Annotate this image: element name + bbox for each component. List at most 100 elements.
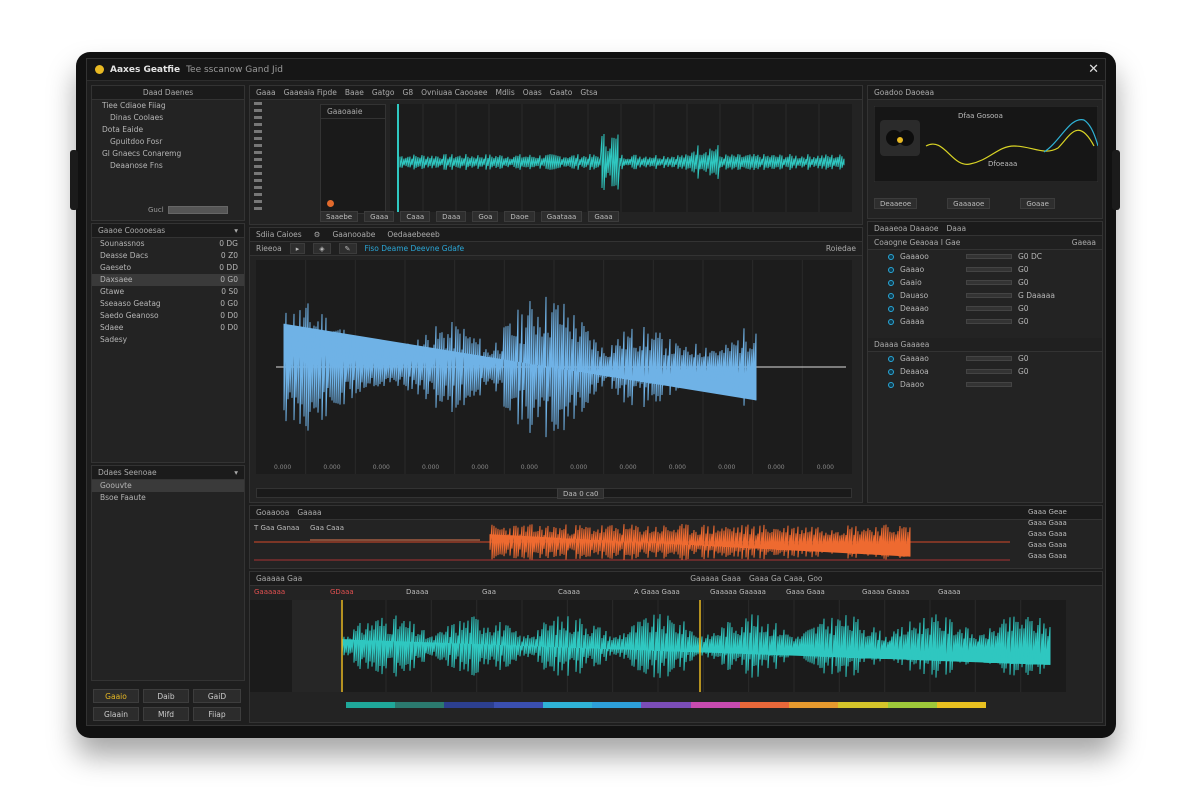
track-row[interactable]: Sseaaso Geatag 0 G0 (92, 298, 244, 310)
top-editor-bottom-tab[interactable]: Caaa (400, 211, 431, 222)
bottom-button-4[interactable]: Glaain (93, 707, 139, 721)
top-editor-tab[interactable]: Gaaeaia Fipde (284, 88, 337, 97)
timeline-marker[interactable]: Gaa (482, 588, 496, 596)
top-editor-tab[interactable]: Gaato (550, 88, 573, 97)
browser-item[interactable]: Gpuitdoo Fosr (92, 136, 244, 148)
effect-slider[interactable] (966, 382, 1012, 387)
track-row[interactable]: Deasse Dacs 0 Z0 (92, 250, 244, 262)
timeline-marker[interactable]: Caaaa (558, 588, 580, 596)
top-editor-tab[interactable]: Gaaa (256, 88, 276, 97)
timeline-marker[interactable]: Gaaaaa Gaaaaa (710, 588, 766, 596)
sub-panel-item[interactable]: Goouvte (92, 480, 244, 492)
timeline-marker[interactable]: Daaaa (406, 588, 429, 596)
track-row[interactable]: Sadesy (92, 334, 244, 346)
close-icon[interactable]: ✕ (1088, 62, 1099, 77)
top-editor-bottom-tab[interactable]: Daoe (504, 211, 535, 222)
track-row[interactable]: Sdaee 0 D0 (92, 322, 244, 334)
track-row[interactable]: Daxsaee 0 G0 (92, 274, 244, 286)
top-editor-tab[interactable]: G8 (403, 88, 414, 97)
settings-icon[interactable]: ⚙ (314, 230, 321, 239)
effect-row[interactable]: Gaaaa G0 (868, 315, 1102, 328)
browser-item[interactable]: Dinas Coolaes (92, 112, 244, 124)
effect-row[interactable]: Dauaso G Daaaaa (868, 289, 1102, 302)
top-editor-tab[interactable]: Oaas (523, 88, 542, 97)
spectral-right-label[interactable]: Gaaa Geae (1028, 508, 1098, 519)
main-toolbar-item[interactable]: Oedaaebeeeb (387, 230, 439, 239)
effect-row[interactable]: Gaaio G0 (868, 276, 1102, 289)
top-editor-bottom-tab[interactable]: Daaa (436, 211, 467, 222)
effects-tab[interactable]: Daaaeoa Daaaoe (874, 224, 939, 233)
track-row[interactable]: Gtawe 0 S0 (92, 286, 244, 298)
main-toolbar-item[interactable]: Sdiia Caioes (256, 230, 302, 239)
top-editor-tab[interactable]: Gtsa (580, 88, 597, 97)
timeline-marker[interactable]: Gaaaa (938, 588, 961, 596)
bottom-button-5[interactable]: Mifd (143, 707, 189, 721)
spectral-right-label[interactable]: Gaaa Gaaa (1028, 519, 1098, 530)
effect-slider[interactable] (966, 369, 1012, 374)
timeline-marker[interactable]: A Gaaa Gaaa (634, 588, 680, 596)
browser-scroll-slider[interactable] (167, 206, 228, 214)
timeline-marker[interactable]: Gaaaaaa (254, 588, 285, 596)
chevron-down-icon[interactable]: ▾ (234, 468, 238, 477)
track-row[interactable]: Gaeseto 0 DD (92, 262, 244, 274)
timeline-marker[interactable]: Gaaaa Gaaaa (862, 588, 909, 596)
knob-icon[interactable] (888, 368, 894, 375)
track-row[interactable]: Sounassnos 0 DG (92, 238, 244, 250)
knob-icon[interactable] (888, 279, 894, 286)
effects-tab[interactable]: Daaa (947, 224, 967, 233)
effect-slider[interactable] (966, 356, 1012, 361)
main-scrollbar[interactable]: Daa 0 ca0 (256, 488, 852, 499)
track-row[interactable]: Saedo Geanoso 0 D0 (92, 310, 244, 322)
effect-slider[interactable] (966, 306, 1012, 311)
knob-icon[interactable] (888, 318, 894, 325)
tool-button[interactable]: ◈ (313, 243, 331, 254)
knob-icon[interactable] (888, 266, 894, 273)
spectral-right-label[interactable]: Gaaa Gaaa (1028, 541, 1098, 552)
knob-icon[interactable] (888, 355, 894, 362)
effect-row[interactable]: Deaaao G0 (868, 302, 1102, 315)
eq-button[interactable]: Goaae (1020, 198, 1055, 209)
effect-slider[interactable] (966, 319, 1012, 324)
record-icon[interactable] (327, 200, 334, 207)
sub-panel-item[interactable]: Bsoe Faaute (92, 492, 244, 504)
effect-row[interactable]: Gaaao G0 (868, 263, 1102, 276)
eq-button[interactable]: Deaaeoe (874, 198, 918, 209)
effect-row[interactable]: Deaaoa G0 (868, 365, 1102, 378)
browser-item[interactable]: Deaanose Fns (92, 160, 244, 172)
bottom-button-1[interactable]: Gaaio (93, 689, 139, 703)
effect-row[interactable]: Gaaaao G0 (868, 352, 1102, 365)
browser-item[interactable]: Tiee Cdiaoe Fiiag (92, 100, 244, 112)
top-editor-bottom-tab[interactable]: Gaaa (588, 211, 619, 222)
footer-field[interactable]: Daa 0 ca0 (557, 488, 605, 499)
effect-slider[interactable] (966, 254, 1012, 259)
spectral-right-label[interactable]: Gaaa Gaaa (1028, 552, 1098, 563)
top-editor-tab[interactable]: Baae (345, 88, 364, 97)
browser-item[interactable]: Gl Gnaecs Conaremg (92, 148, 244, 160)
effect-row[interactable]: Gaaaoo G0 DC (868, 250, 1102, 263)
bottom-button-3[interactable]: GaiD (193, 689, 241, 703)
top-editor-bottom-tab[interactable]: Gaataaa (540, 211, 583, 222)
timeline-marker[interactable]: GDaaa (330, 588, 354, 596)
effect-slider[interactable] (966, 293, 1012, 298)
tool-button[interactable]: ✎ (338, 243, 357, 254)
bottom-button-6[interactable]: Fiiap (193, 707, 241, 721)
eq-button[interactable]: Gaaaaoe (947, 198, 991, 209)
tool-button[interactable]: ▸ (289, 243, 306, 254)
browser-item[interactable]: Dota Eaide (92, 124, 244, 136)
timeline-marker[interactable]: Gaaa Gaaa (786, 588, 825, 596)
top-editor-tab[interactable]: Mdlis (495, 88, 514, 97)
top-editor-bottom-tab[interactable]: Saaebe (320, 211, 359, 222)
top-editor-tab[interactable]: Gatgo (372, 88, 395, 97)
knob-icon[interactable] (888, 253, 894, 260)
top-editor-bottom-tab[interactable]: Gaaa (364, 211, 395, 222)
main-toolbar-item[interactable]: Gaanooabe (332, 230, 375, 239)
knob-icon[interactable] (888, 305, 894, 312)
bottom-button-2[interactable]: Daib (143, 689, 189, 703)
top-editor-bottom-tab[interactable]: Goa (472, 211, 499, 222)
effect-slider[interactable] (966, 280, 1012, 285)
knob-icon[interactable] (888, 292, 894, 299)
effect-row[interactable]: Daaoo (868, 378, 1102, 391)
spectral-right-label[interactable]: Gaaa Gaaa (1028, 530, 1098, 541)
tracks-panel-menu-icon[interactable]: ▾ (234, 226, 238, 235)
effect-slider[interactable] (966, 267, 1012, 272)
